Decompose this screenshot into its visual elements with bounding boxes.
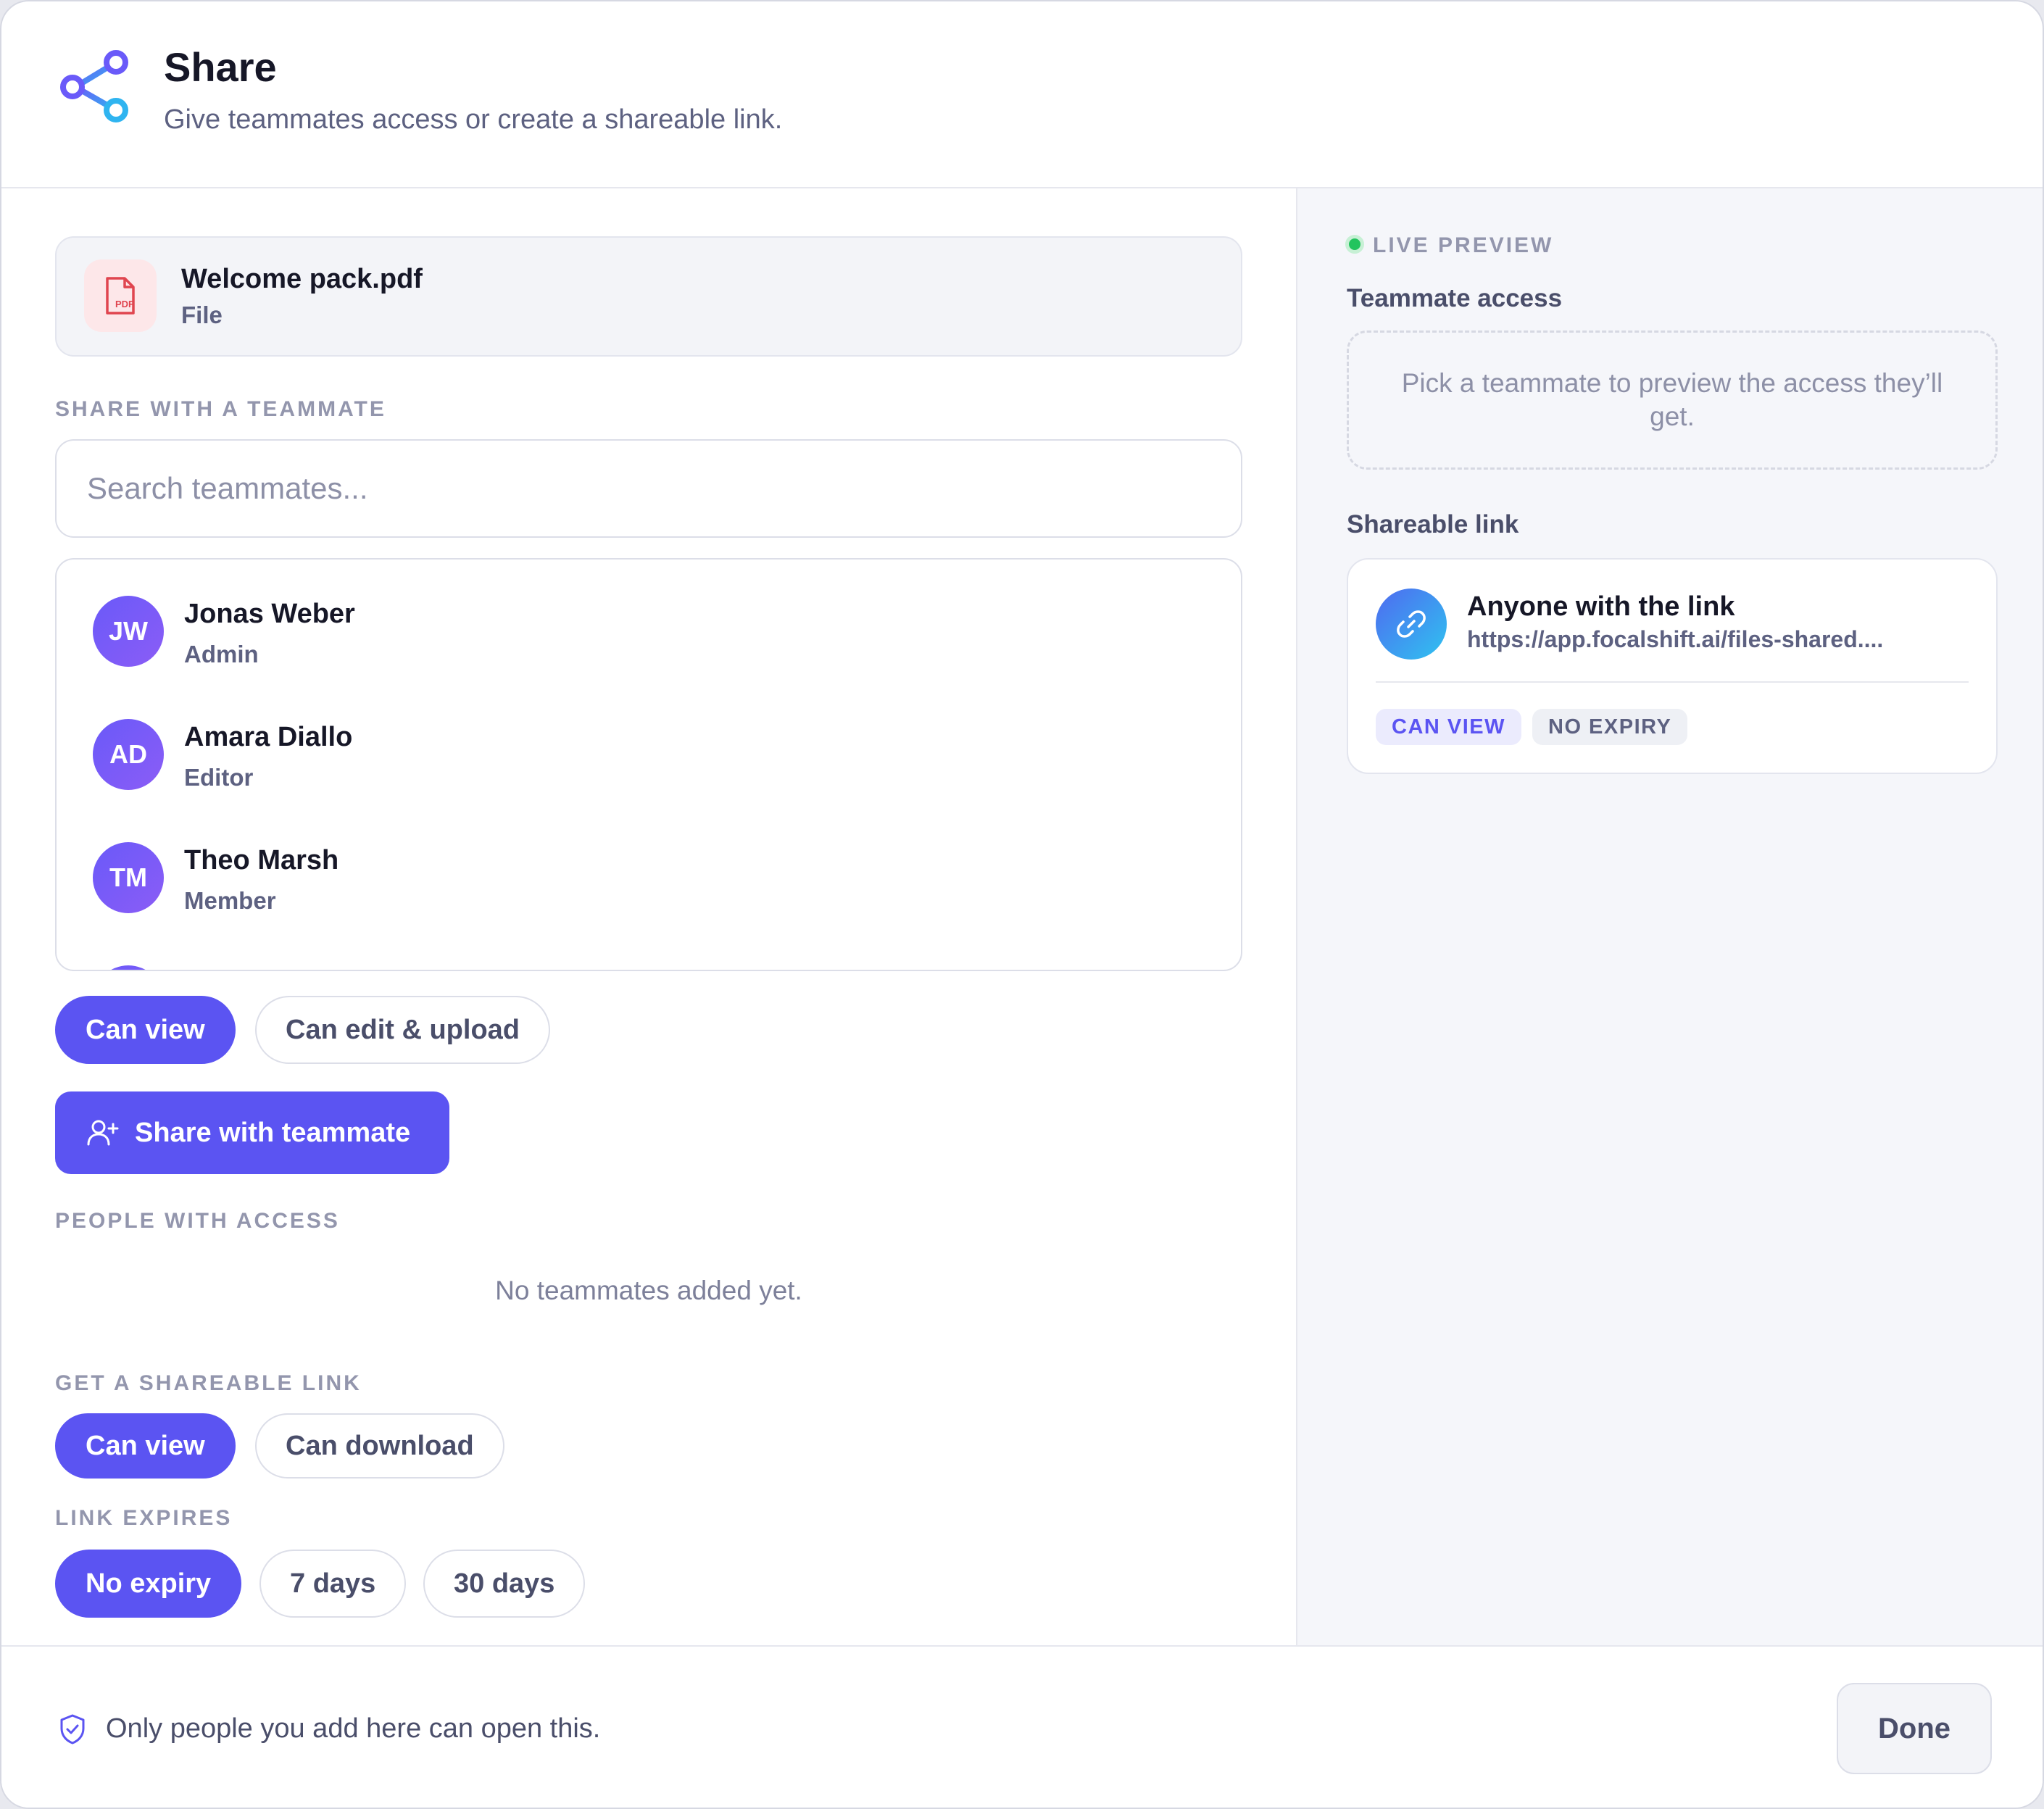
avatar: TM — [93, 842, 164, 913]
dialog-header: Share Give teammates access or create a … — [1, 1, 2043, 188]
share-icon — [60, 50, 128, 122]
divider — [1376, 681, 1969, 683]
expiry-30-days[interactable]: 30 days — [423, 1550, 586, 1618]
live-status-dot — [1345, 235, 1364, 254]
dialog-subtitle: Give teammates access or create a sharea… — [164, 104, 783, 135]
file-card: PDF Welcome pack.pdf File — [55, 236, 1242, 357]
permission-tag: CAN VIEW — [1376, 709, 1521, 745]
teammate-access-heading: Teammate access — [1347, 284, 1563, 312]
shareable-link-heading: Shareable link — [1347, 510, 1519, 538]
people-with-access-label: PEOPLE WITH ACCESS — [55, 1209, 340, 1233]
member-role: Editor — [184, 764, 254, 791]
add-user-icon — [87, 1120, 119, 1146]
teammate-search-input[interactable] — [55, 439, 1242, 538]
link-permission-can-view[interactable]: Can view — [55, 1413, 236, 1479]
expiry-tag: NO EXPIRY — [1532, 709, 1688, 745]
link-title: Anyone with the link — [1467, 591, 1735, 622]
svg-text:PDF: PDF — [115, 299, 134, 309]
link-url[interactable]: https://app.focalshift.ai/files-shared..… — [1467, 626, 1883, 653]
dialog-title: Share — [164, 44, 277, 90]
share-form: PDF Welcome pack.pdf File SHARE WITH A T… — [1, 188, 1296, 1645]
teammate-permission-can-view[interactable]: Can view — [55, 996, 236, 1064]
list-item[interactable]: TM Theo Marsh Member — [57, 828, 1241, 951]
avatar — [93, 965, 164, 970]
file-type: File — [181, 302, 223, 328]
expiry-7-days[interactable]: 7 days — [259, 1550, 407, 1618]
live-preview-panel: LIVE PREVIEW Teammate access Pick a team… — [1296, 188, 2043, 1645]
list-item-partial[interactable] — [57, 951, 1241, 970]
teammate-permission-can-edit-upload[interactable]: Can edit & upload — [255, 996, 550, 1064]
shareable-link-label: GET A SHAREABLE LINK — [55, 1371, 362, 1395]
member-name: Amara Diallo — [184, 722, 353, 752]
share-with-teammate-label: SHARE WITH A TEAMMATE — [55, 397, 386, 421]
link-icon — [1376, 589, 1447, 660]
member-role: Member — [184, 887, 276, 914]
share-with-teammate-button[interactable]: Share with teammate — [55, 1091, 449, 1174]
member-role: Admin — [184, 641, 259, 668]
live-preview-label: LIVE PREVIEW — [1373, 233, 1554, 257]
member-name: Jonas Weber — [184, 599, 355, 629]
link-preview-card: Anyone with the link https://app.focalsh… — [1347, 558, 1998, 774]
share-with-teammate-label: Share with teammate — [135, 1117, 411, 1148]
link-permission-can-download[interactable]: Can download — [255, 1413, 504, 1479]
avatar: AD — [93, 719, 164, 790]
privacy-note: Only people you add here can open this. — [106, 1713, 601, 1744]
avatar: JW — [93, 596, 164, 667]
member-name: Theo Marsh — [184, 845, 339, 876]
done-button[interactable]: Done — [1837, 1683, 1992, 1774]
expiry-no-expiry[interactable]: No expiry — [55, 1550, 242, 1618]
pdf-file-icon: PDF — [84, 259, 157, 332]
shield-check-icon — [60, 1714, 85, 1744]
link-expires-label: LINK EXPIRES — [55, 1506, 233, 1530]
teammate-list[interactable]: JW Jonas Weber Admin AD Amara Diallo Edi… — [55, 558, 1242, 971]
list-item[interactable]: AD Amara Diallo Editor — [57, 704, 1241, 828]
teammate-access-placeholder: Pick a teammate to preview the access th… — [1347, 330, 1998, 470]
no-teammates-text: No teammates added yet. — [495, 1276, 802, 1305]
list-item[interactable]: JW Jonas Weber Admin — [57, 581, 1241, 704]
dialog-footer: Only people you add here can open this. … — [1, 1645, 2043, 1808]
share-dialog: Share Give teammates access or create a … — [0, 0, 2044, 1809]
file-name: Welcome pack.pdf — [181, 264, 423, 294]
